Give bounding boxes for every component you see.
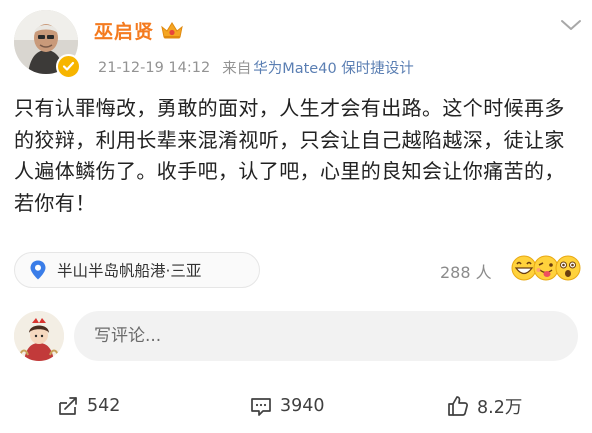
weibo-post-card: 巫启贤 21-12-19 14:12 来自 华为Mate40 保时捷设计 只有认… [0, 0, 592, 433]
reaction-emoji-stack[interactable] [511, 255, 581, 283]
thumbs-up-icon [448, 396, 468, 416]
like-count: 8.2万 [477, 397, 523, 418]
action-bar: 542 3940 8.2万 [0, 384, 592, 428]
current-user-avatar[interactable] [14, 311, 64, 361]
repost-count: 542 [87, 396, 121, 416]
location-label: 半山半岛帆船港·三亚 [57, 262, 202, 280]
comment-input[interactable] [74, 311, 578, 361]
shocked-emoji-icon [555, 255, 581, 281]
source-prefix: 来自 [222, 61, 252, 77]
reaction-count[interactable]: 288 人 [440, 259, 492, 283]
source-device-link[interactable]: 华为Mate40 保时捷设计 [253, 57, 414, 78]
repost-icon [59, 397, 77, 415]
chevron-down-icon[interactable] [560, 18, 582, 32]
map-pin-icon [30, 260, 46, 280]
comment-button[interactable]: 3940 [249, 384, 325, 428]
comment-icon [251, 398, 271, 416]
repost-button[interactable]: 542 [56, 384, 120, 428]
author-name-row: 巫启贤 [94, 14, 184, 46]
verified-badge-icon [56, 54, 81, 79]
anime-girl-avatar-image [14, 311, 64, 361]
post-timestamp: 21-12-19 14:12 [98, 59, 211, 76]
author-name[interactable]: 巫启贤 [94, 17, 154, 44]
post-text: 只有认罪悔改，勇敢的面对，人生才会有出路。这个时候再多的狡辩，利用长辈来混淆视听… [14, 96, 565, 215]
like-button[interactable]: 8.2万 [446, 384, 522, 428]
comment-count: 3940 [280, 396, 325, 416]
crown-icon[interactable] [160, 20, 184, 40]
location-tag[interactable]: 半山半岛帆船港·三亚 [14, 252, 260, 288]
post-meta: 21-12-19 14:12 来自 华为Mate40 保时捷设计 [98, 57, 414, 78]
